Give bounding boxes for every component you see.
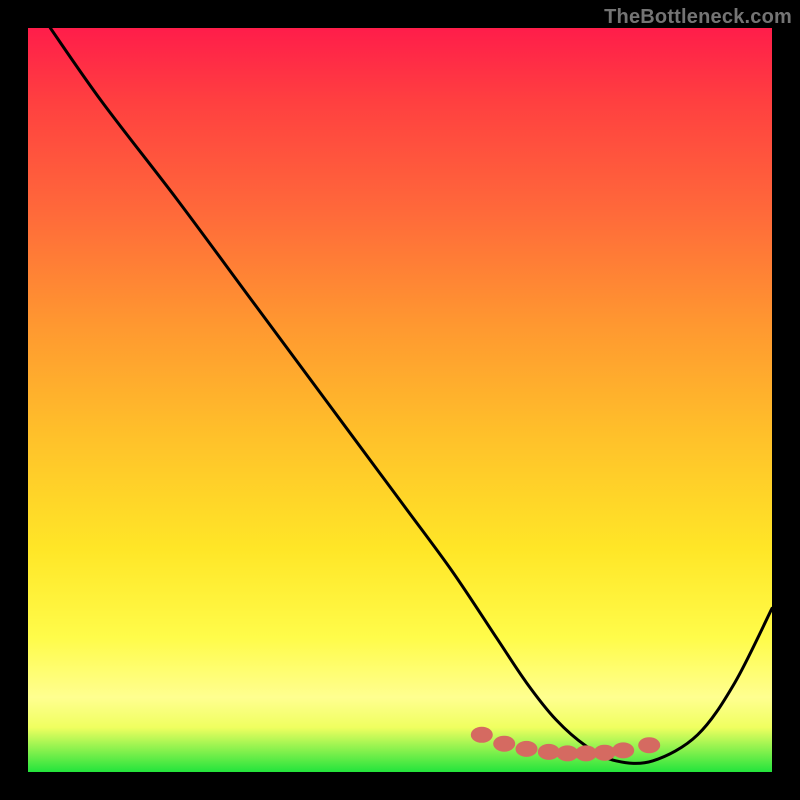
chart-plot-area: [28, 28, 772, 772]
watermark-text: TheBottleneck.com: [604, 6, 792, 29]
marker-dot: [594, 745, 616, 761]
marker-dot: [471, 727, 493, 743]
chart-svg: [28, 28, 772, 772]
marker-dot: [638, 737, 660, 753]
marker-dot: [516, 741, 538, 757]
marker-dot: [493, 736, 515, 752]
marker-dot: [612, 742, 634, 758]
marker-dot: [538, 744, 560, 760]
chart-container: TheBottleneck.com: [0, 0, 800, 800]
curve-markers: [471, 727, 660, 762]
bottleneck-curve: [50, 28, 772, 763]
